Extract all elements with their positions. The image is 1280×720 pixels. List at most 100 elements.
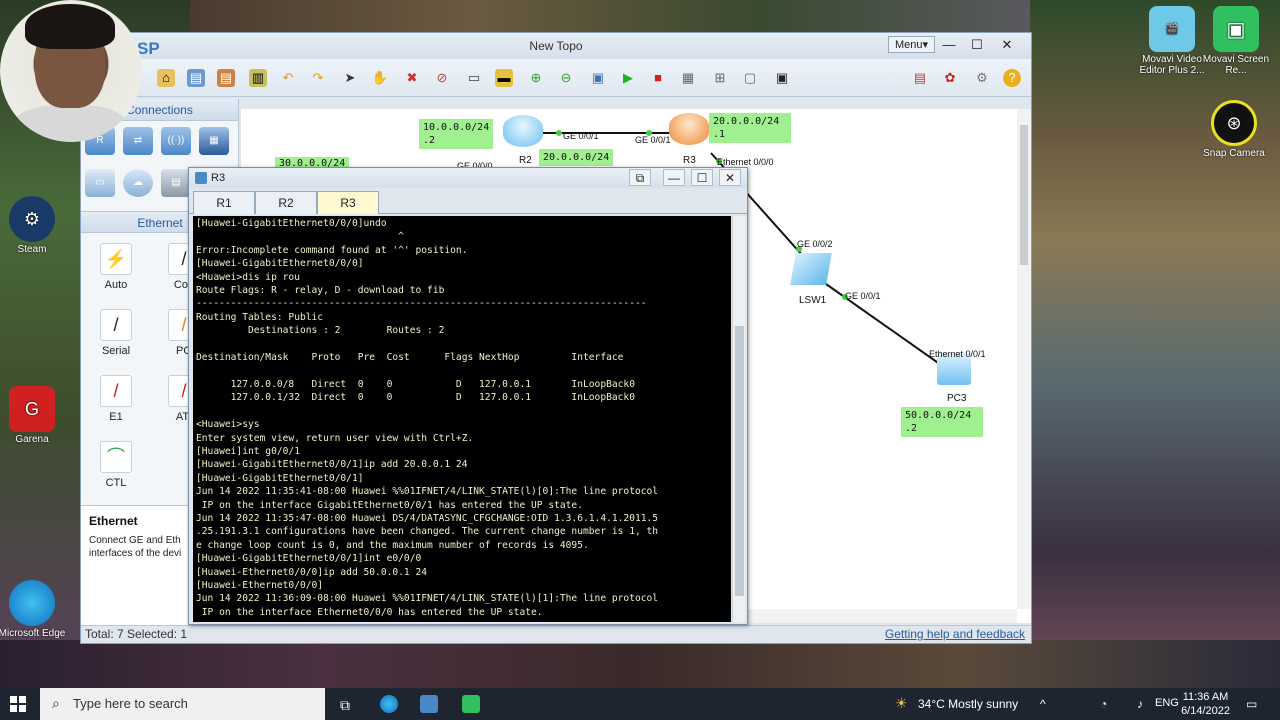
weather-text[interactable]: 34°C Mostly sunny [918,697,1018,711]
wireless-icon[interactable]: ((·)) [161,127,191,155]
help-icon[interactable]: ? [1003,69,1021,87]
save-icon[interactable]: ▤ [187,69,205,87]
net-label-pc3[interactable]: 50.0.0.0/24 .2 [901,407,983,437]
clock-time: 11:36 AM [1182,691,1229,703]
weather-icon[interactable]: ☀ [895,695,908,712]
terminal-scroll-thumb[interactable] [735,326,744,596]
console-tabs: R1 R2 R3 [189,188,747,214]
terminal-scrollbar[interactable] [732,216,745,622]
zoom-out-icon[interactable]: ⊖ [557,69,575,87]
webcam-shirt [10,105,130,142]
terminal-output[interactable]: [Huawei-GigabitEthernet0/0/0]undo ^ Erro… [193,216,731,622]
delete-link-icon[interactable]: ⊘ [433,69,451,87]
snap-camera-icon: ⊛ [1211,100,1257,146]
desktop-icon-snap-camera[interactable]: ⊛ Snap Camera [1198,100,1270,159]
language-indicator[interactable]: ENG [1155,697,1179,709]
grid-icon[interactable]: ▢ [741,69,759,87]
tab-r1[interactable]: R1 [193,191,255,214]
task-view-icon[interactable]: ⧉ [340,697,350,714]
clock[interactable]: 11:36 AM 6/14/2022 [1181,690,1230,718]
menu-button[interactable]: Menu▾ [887,36,935,53]
desktop-icon-movavi-video[interactable]: 🎬 Movavi Video Editor Plus 2... [1136,6,1208,78]
network-icon[interactable]: ◔ [1100,697,1107,711]
pan-icon[interactable]: ✋ [371,69,389,87]
taskbar-search[interactable]: ⌕ Type here to search [40,688,325,720]
text-icon[interactable]: ▭ [465,69,483,87]
help-feedback-link[interactable]: Getting help and feedback [885,627,1025,641]
terminal-icon[interactable]: ▣ [773,69,791,87]
router-r3-icon[interactable] [669,113,709,145]
volume-icon[interactable]: ♪ [1137,697,1143,711]
fit-icon[interactable]: ▣ [589,69,607,87]
device-label-pc3: PC3 [947,393,967,404]
port-label: GE 0/0/1 [635,135,671,145]
steam-icon: ⚙ [9,196,55,242]
tab-r2[interactable]: R2 [255,191,317,214]
movavi-screen-icon: ▣ [1213,6,1259,52]
switch-lsw1-icon[interactable] [790,253,832,285]
router-r2-icon[interactable] [503,115,543,147]
firewall-icon[interactable]: ▦ [199,127,229,155]
undo-icon[interactable]: ↶ [279,69,297,87]
minimize-icon[interactable]: — [663,169,685,186]
cable-serial[interactable]: / Serial [83,309,149,357]
cable-ctl[interactable]: ⌒ CTL [83,441,149,489]
server-icon[interactable]: ▤ [161,169,191,197]
canvas-vscroll[interactable] [1017,109,1031,609]
desktop-icon-edge[interactable]: Microsoft Edge [0,580,68,652]
edge-taskbar-icon[interactable] [380,695,398,713]
stop-icon[interactable]: ■ [649,69,667,87]
console-titlebar: R3 ⧉ — ☐ ✕ [189,168,747,188]
desktop-icon-steam[interactable]: ⚙ Steam [0,196,68,255]
chevron-up-icon[interactable]: ^ [1040,697,1046,711]
device-label-lsw1: LSW1 [799,295,827,306]
maximize-icon[interactable]: ☐ [691,169,713,186]
console-app-icon [195,172,207,184]
net-label-left[interactable]: 30.0.0.0/24 [275,157,350,167]
notification-icon[interactable]: ▭ [1246,697,1257,711]
palette-icon[interactable]: ▬ [495,69,513,87]
terminal-text: [Huawei-GigabitEthernet0/0/0]undo ^ Erro… [196,218,659,618]
home-icon[interactable]: ⌂ [157,69,175,87]
delete-icon[interactable]: ✖ [403,69,421,87]
lightning-icon: ⚡ [100,243,132,275]
restore-icon[interactable]: ⧉ [629,169,651,186]
topology-icon[interactable]: ⊞ [711,69,729,87]
desktop-icon-label: Movavi Video Editor Plus 2... [1139,54,1205,76]
webcam-hair [25,4,115,49]
ctl-cable-icon: ⌒ [100,441,132,473]
net-label-r2-2[interactable]: 20.0.0.0/24 [539,149,614,166]
canvas-vscroll-thumb[interactable] [1020,125,1028,265]
net-label-r2-1[interactable]: 10.0.0.0/24 .2 [419,119,494,149]
ensp-taskbar-icon[interactable] [420,695,438,713]
close-icon[interactable]: ✕ [995,36,1019,54]
cable-label: Auto [104,279,128,291]
desktop-icon-garena[interactable]: G Garena [0,386,68,445]
windows-start-icon[interactable] [10,696,26,712]
desktop-icon-movavi-screen[interactable]: ▣ Movavi Screen Re... [1200,6,1272,78]
huawei-icon[interactable]: ✿ [941,69,959,87]
desktop-icon-label: Microsoft Edge [0,628,66,639]
desktop-icon-label: Garena [15,434,49,445]
minimize-icon[interactable]: — [937,36,961,54]
select-icon[interactable]: ➤ [341,69,359,87]
redo-icon[interactable]: ↷ [309,69,327,87]
start-icon[interactable]: ▶ [619,69,637,87]
print-icon[interactable]: ▥ [249,69,267,87]
cloud-icon[interactable]: ☁ [123,169,153,197]
capture-icon[interactable]: ▦ [679,69,697,87]
wallpaper-bottom [0,640,1280,690]
chat-icon[interactable]: ▤ [911,69,929,87]
port-label: GE 0/0/2 [797,239,833,249]
tab-r3[interactable]: R3 [317,191,379,214]
save-as-icon[interactable]: ▤ [217,69,235,87]
cable-e1[interactable]: / E1 [83,375,149,423]
pc-icon[interactable]: ▭ [85,169,115,197]
movavi-taskbar-icon[interactable] [462,695,480,713]
cable-auto[interactable]: ⚡ Auto [83,243,149,291]
net-label-r3[interactable]: 20.0.0.0/24 .1 [709,113,791,143]
maximize-icon[interactable]: ☐ [965,36,989,54]
close-icon[interactable]: ✕ [719,169,741,186]
zoom-in-icon[interactable]: ⊕ [527,69,545,87]
settings-icon[interactable]: ⚙ [973,69,991,87]
